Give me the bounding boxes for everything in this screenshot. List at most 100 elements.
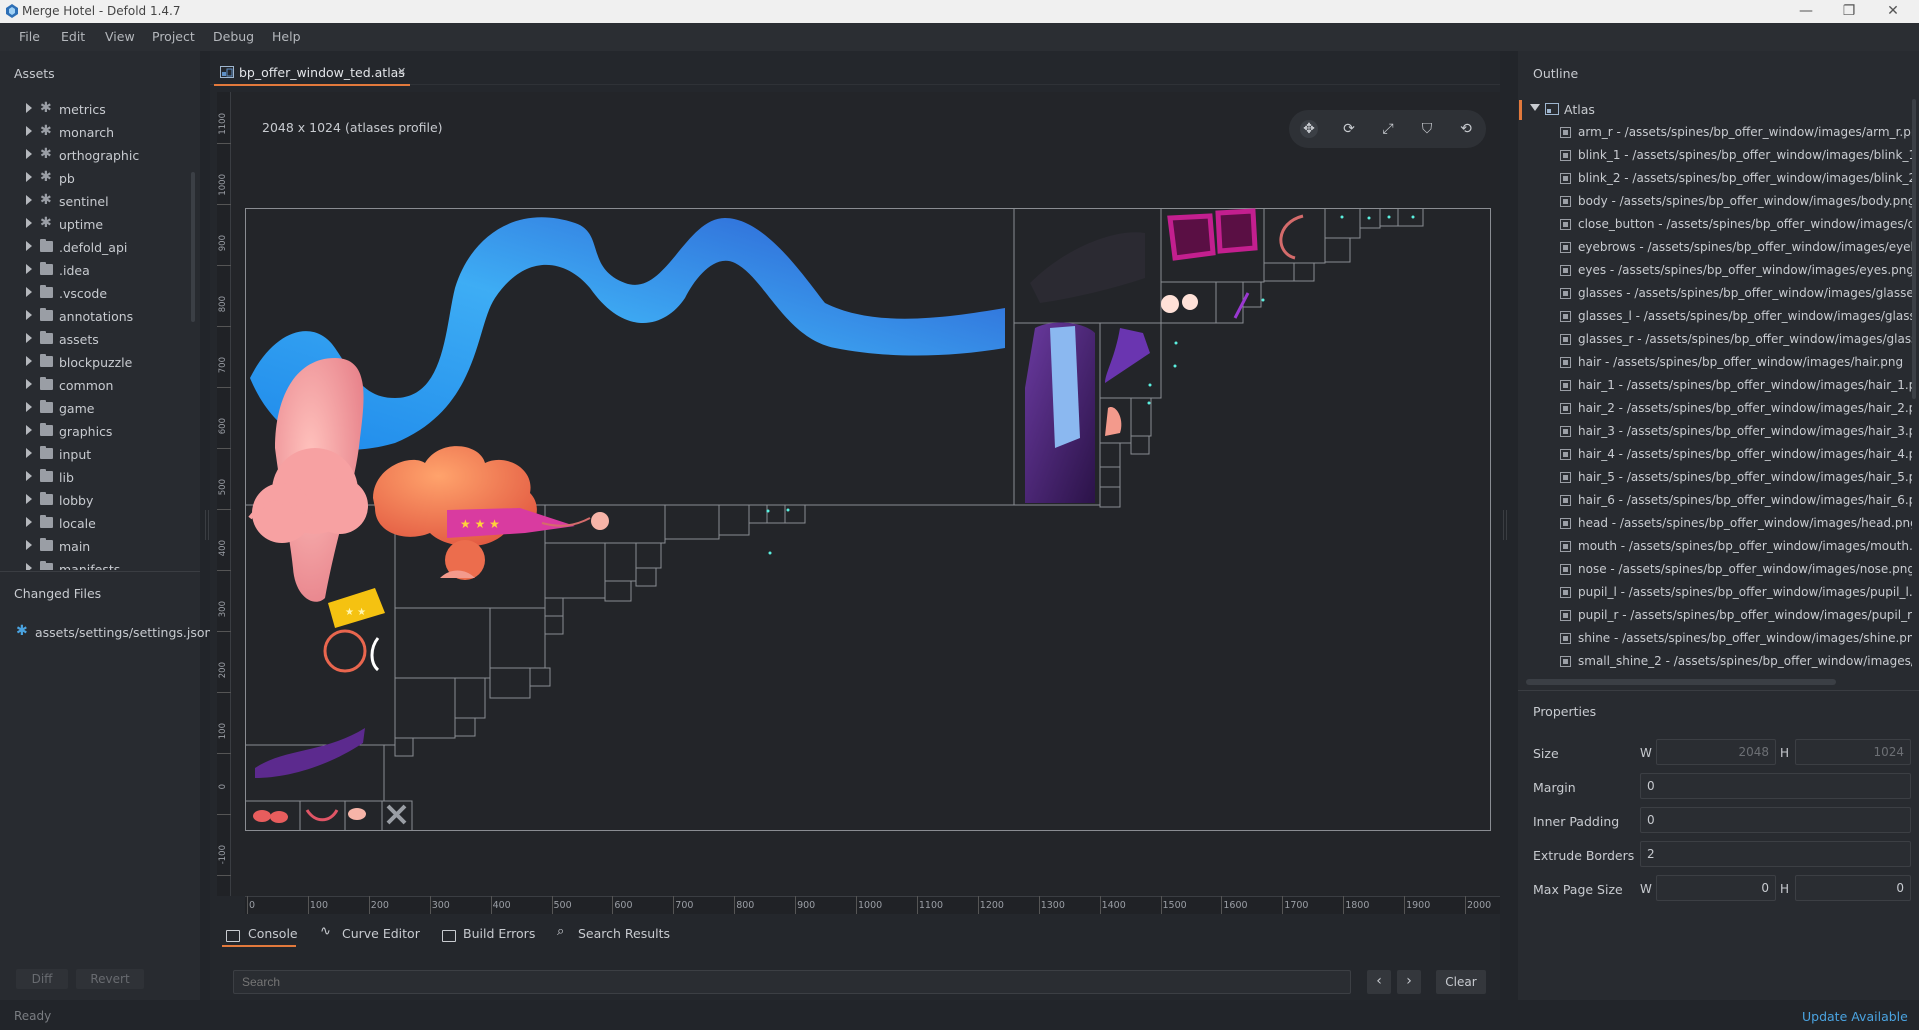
expand-arrow-icon[interactable] [26, 540, 32, 550]
outline-item[interactable]: arm_r - /assets/spines/bp_offer_window/i… [1540, 121, 1912, 144]
scale-tool-icon[interactable]: ⤢ [1379, 120, 1397, 138]
expand-arrow-icon[interactable] [26, 126, 32, 136]
search-next-button[interactable]: › [1397, 970, 1421, 994]
update-available-link[interactable]: Update Available [1802, 1009, 1908, 1024]
expand-arrow-icon[interactable] [26, 149, 32, 159]
outline-item[interactable]: pupil_r - /assets/spines/bp_offer_window… [1540, 604, 1912, 627]
tab-curve-editor[interactable]: Curve Editor [342, 926, 420, 941]
search-prev-button[interactable]: ‹ [1367, 970, 1391, 994]
tree-item-graphics[interactable]: graphics [0, 420, 190, 443]
close-window-button[interactable]: ✕ [1873, 1, 1913, 21]
visibility-filter-icon[interactable]: ⛉ [1418, 120, 1436, 138]
assets-scrollbar[interactable] [191, 172, 195, 322]
expand-arrow-icon[interactable] [26, 241, 32, 251]
outline-item[interactable]: hair_2 - /assets/spines/bp_offer_window/… [1540, 397, 1912, 420]
outline-item[interactable]: mouth - /assets/spines/bp_offer_window/i… [1540, 535, 1912, 558]
outline-item[interactable]: shine - /assets/spines/bp_offer_window/i… [1540, 627, 1912, 650]
move-tool-icon[interactable]: ✥ [1300, 120, 1318, 138]
max-page-width-field[interactable]: 0 [1656, 875, 1776, 901]
tab-close-icon[interactable]: ✕ [397, 65, 406, 78]
tree-item-lobby[interactable]: lobby [0, 489, 190, 512]
inner-padding-field[interactable]: 0 [1640, 807, 1911, 833]
tab-atlas[interactable]: bp_offer_window_ted.atlas ✕ [214, 58, 410, 86]
outline-item[interactable]: hair_6 - /assets/spines/bp_offer_window/… [1540, 489, 1912, 512]
tree-item-uptime[interactable]: ✱ uptime [0, 213, 190, 236]
outline-hscrollbar[interactable] [1526, 679, 1836, 685]
tree-item-assets[interactable]: assets [0, 328, 190, 351]
expand-arrow-icon[interactable] [26, 494, 32, 504]
menu-debug[interactable]: Debug [213, 29, 254, 44]
expand-arrow-icon[interactable] [26, 425, 32, 435]
camera-reset-icon[interactable]: ⟲ [1457, 120, 1475, 138]
menu-project[interactable]: Project [152, 29, 195, 44]
diff-button[interactable]: Diff [16, 969, 68, 989]
expand-arrow-icon[interactable] [26, 471, 32, 481]
menu-file[interactable]: File [19, 29, 40, 44]
tab-build-errors[interactable]: Build Errors [463, 926, 535, 941]
tree-item-blockpuzzle[interactable]: blockpuzzle [0, 351, 190, 374]
outline-item[interactable]: small_shine_2 - /assets/spines/bp_offer_… [1540, 650, 1912, 673]
tree-item-pb[interactable]: ✱ pb [0, 167, 190, 190]
expand-arrow-icon[interactable] [26, 356, 32, 366]
menu-help[interactable]: Help [272, 29, 301, 44]
tree-item-monarch[interactable]: ✱ monarch [0, 121, 190, 144]
expand-arrow-icon[interactable] [26, 264, 32, 274]
outline-item[interactable]: hair_4 - /assets/spines/bp_offer_window/… [1540, 443, 1912, 466]
expand-arrow-icon[interactable] [26, 563, 32, 570]
expand-arrow-icon[interactable] [26, 448, 32, 458]
rotate-tool-icon[interactable]: ⟳ [1340, 120, 1358, 138]
tree-item-vscode[interactable]: .vscode [0, 282, 190, 305]
outline-root-atlas[interactable]: Atlas [1564, 102, 1595, 117]
expand-arrow-icon[interactable] [26, 218, 32, 228]
left-resize-handle[interactable] [205, 510, 209, 540]
outline-item[interactable]: hair_1 - /assets/spines/bp_offer_window/… [1540, 374, 1912, 397]
outline-item[interactable]: hair_3 - /assets/spines/bp_offer_window/… [1540, 420, 1912, 443]
outline-item[interactable]: eyebrows - /assets/spines/bp_offer_windo… [1540, 236, 1912, 259]
tree-item-input[interactable]: input [0, 443, 190, 466]
outline-item[interactable]: close_button - /assets/spines/bp_offer_w… [1540, 213, 1912, 236]
changed-file-item[interactable]: assets/settings/settings.json [35, 625, 212, 640]
tree-item-idea[interactable]: .idea [0, 259, 190, 282]
tab-console[interactable]: Console [248, 926, 298, 941]
tree-item-lib[interactable]: lib [0, 466, 190, 489]
maximize-button[interactable]: ❐ [1829, 1, 1869, 21]
tree-item-defold-api[interactable]: .defold_api [0, 236, 190, 259]
outline-item[interactable]: eyes - /assets/spines/bp_offer_window/im… [1540, 259, 1912, 282]
menu-view[interactable]: View [105, 29, 135, 44]
margin-field[interactable]: 0 [1640, 773, 1911, 799]
expand-arrow-icon[interactable] [26, 287, 32, 297]
expand-arrow-icon[interactable] [26, 333, 32, 343]
outline-item[interactable]: blink_1 - /assets/spines/bp_offer_window… [1540, 144, 1912, 167]
expand-arrow-icon[interactable] [26, 379, 32, 389]
outline-item[interactable]: pupil_l - /assets/spines/bp_offer_window… [1540, 581, 1912, 604]
tree-item-annotations[interactable]: annotations [0, 305, 190, 328]
expand-arrow-icon[interactable] [26, 172, 32, 182]
outline-item[interactable]: blink_2 - /assets/spines/bp_offer_window… [1540, 167, 1912, 190]
outline-item[interactable]: glasses - /assets/spines/bp_offer_window… [1540, 282, 1912, 305]
outline-item[interactable]: nose - /assets/spines/bp_offer_window/im… [1540, 558, 1912, 581]
outline-item[interactable]: glasses_l - /assets/spines/bp_offer_wind… [1540, 305, 1912, 328]
tab-search-results[interactable]: Search Results [578, 926, 670, 941]
expand-arrow-icon[interactable] [26, 195, 32, 205]
outline-item[interactable]: hair - /assets/spines/bp_offer_window/im… [1540, 351, 1912, 374]
expand-arrow-icon[interactable] [26, 310, 32, 320]
tree-item-orthographic[interactable]: ✱ orthographic [0, 144, 190, 167]
revert-button[interactable]: Revert [76, 969, 144, 989]
minimize-button[interactable]: — [1786, 1, 1826, 21]
expand-arrow-icon[interactable] [26, 103, 32, 113]
tree-item-common[interactable]: common [0, 374, 190, 397]
outline-item[interactable]: glasses_r - /assets/spines/bp_offer_wind… [1540, 328, 1912, 351]
outline-item[interactable]: body - /assets/spines/bp_offer_window/im… [1540, 190, 1912, 213]
chevron-down-icon[interactable] [1530, 104, 1540, 111]
tree-item-game[interactable]: game [0, 397, 190, 420]
menu-edit[interactable]: Edit [61, 29, 85, 44]
max-page-height-field[interactable]: 0 [1795, 875, 1911, 901]
tree-item-sentinel[interactable]: ✱ sentinel [0, 190, 190, 213]
expand-arrow-icon[interactable] [26, 517, 32, 527]
expand-arrow-icon[interactable] [26, 402, 32, 412]
right-resize-handle[interactable] [1503, 510, 1507, 540]
outline-item[interactable]: hair_5 - /assets/spines/bp_offer_window/… [1540, 466, 1912, 489]
clear-button[interactable]: Clear [1436, 970, 1486, 994]
extrude-borders-field[interactable]: 2 [1640, 841, 1911, 867]
tree-item-metrics[interactable]: ✱ metrics [0, 98, 190, 121]
